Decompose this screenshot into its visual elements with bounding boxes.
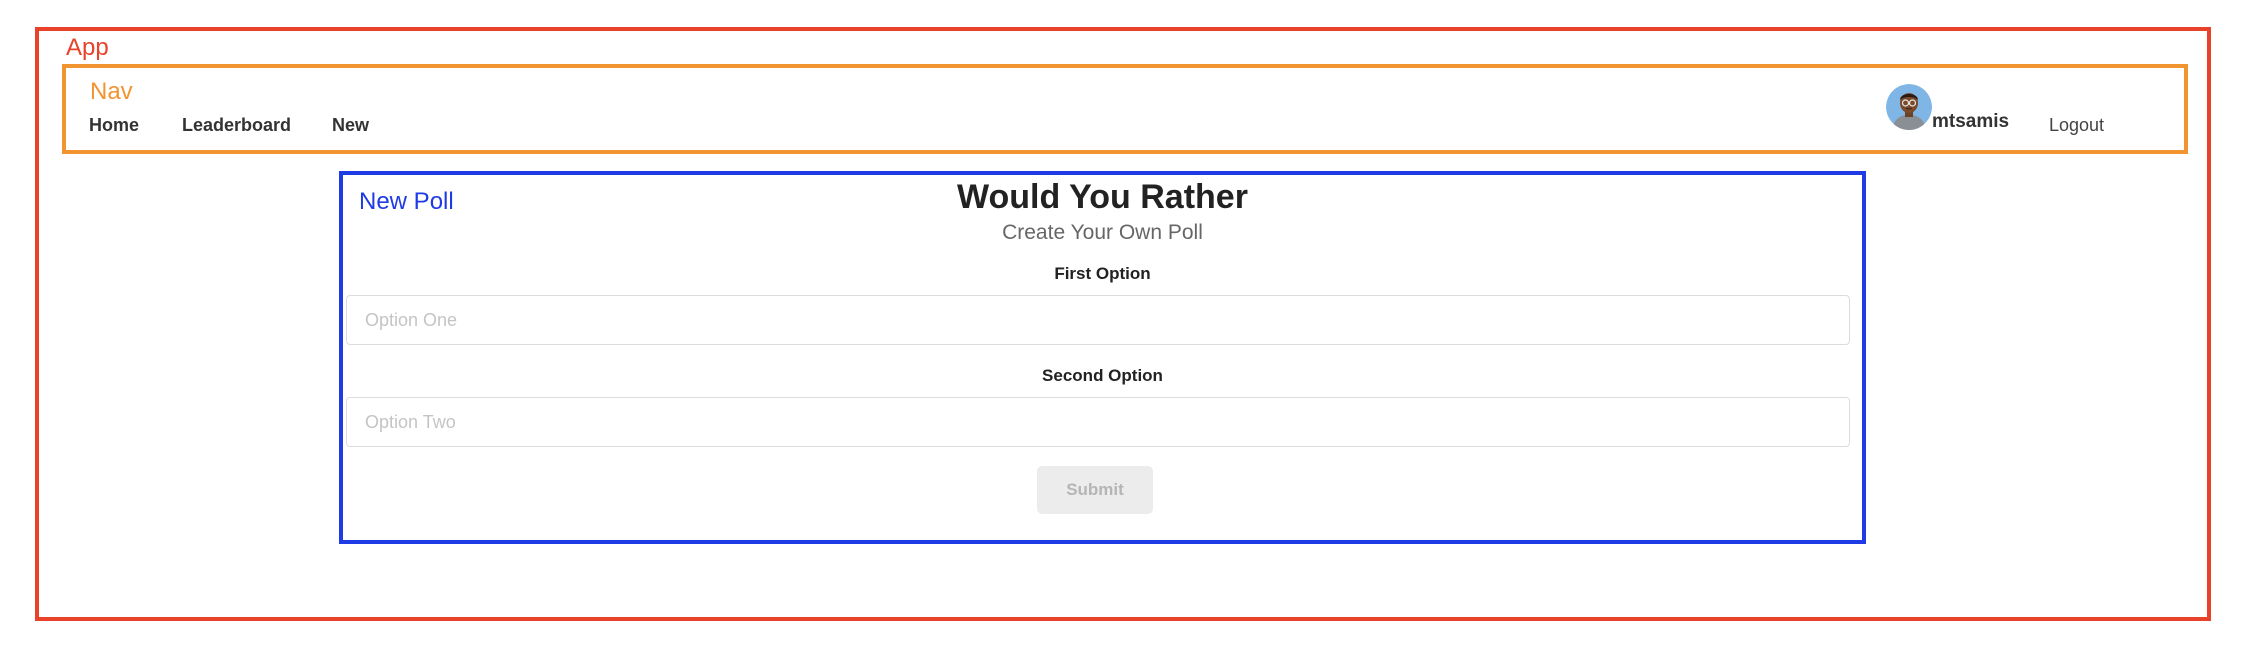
- username: mtsamis: [1932, 111, 2010, 132]
- nav-link-leaderboard[interactable]: Leaderboard: [182, 115, 291, 136]
- nav-link-home[interactable]: Home: [89, 115, 139, 136]
- avatar-icon: [1886, 84, 1932, 130]
- page-subtitle: Create Your Own Poll: [1002, 221, 1203, 244]
- app-component-label: App: [66, 34, 109, 61]
- first-option-input[interactable]: [346, 295, 1850, 345]
- second-option-input[interactable]: [346, 397, 1850, 447]
- submit-button[interactable]: Submit: [1037, 466, 1153, 514]
- page-title: Would You Rather: [957, 178, 1248, 216]
- first-option-label: First Option: [1054, 264, 1151, 283]
- nav-component-label: Nav: [90, 78, 133, 105]
- second-option-label: Second Option: [1042, 366, 1163, 385]
- nav-link-new[interactable]: New: [332, 115, 369, 136]
- logout-button[interactable]: Logout: [2049, 115, 2104, 136]
- nav-container: [62, 64, 2188, 154]
